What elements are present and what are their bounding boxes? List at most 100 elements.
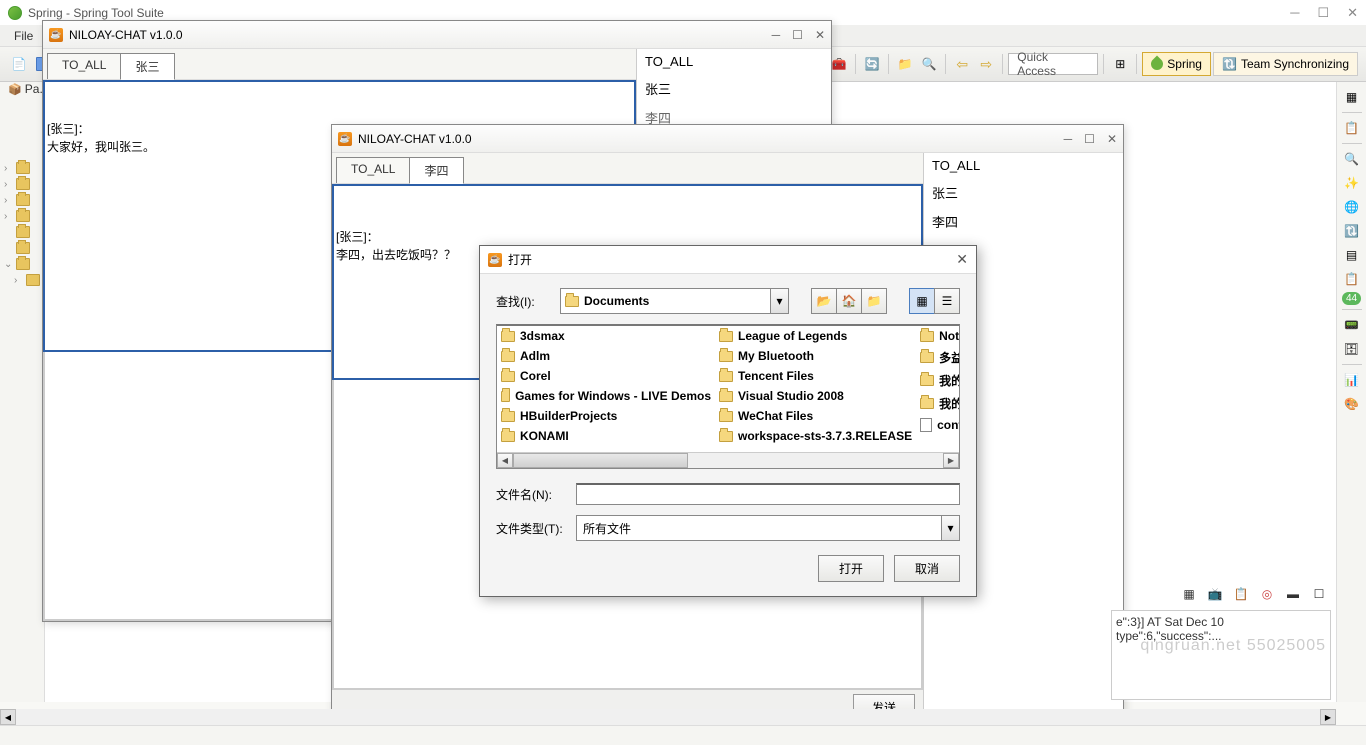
trim-servers[interactable]: 📟 — [1341, 314, 1363, 336]
view-details-button[interactable]: ☰ — [934, 288, 960, 314]
file-item[interactable]: Tencent Files — [715, 366, 916, 386]
tb-new[interactable]: 📄 — [8, 53, 30, 75]
file-item[interactable]: workspace-sts-3.7.3.RELEASE — [715, 426, 916, 446]
tb-search[interactable]: 🔍 — [918, 53, 940, 75]
file-item[interactable]: Games for Windows - LIVE Demos — [497, 386, 715, 406]
file-item[interactable]: Corel — [497, 366, 715, 386]
file-list[interactable]: 3dsmax Adlm Corel Games for Windows - LI… — [496, 324, 960, 469]
chat-a-tab-user[interactable]: 张三 — [120, 53, 174, 80]
file-list-scrollbar[interactable]: ◀ ▶ — [497, 452, 959, 468]
file-item[interactable]: 我的 — [916, 392, 960, 415]
trim-explore[interactable]: 📊 — [1341, 369, 1363, 391]
chat-b-maximize[interactable]: ☐ — [1084, 132, 1095, 146]
trim-data[interactable]: 🗄 — [1341, 338, 1363, 360]
console-btn-1[interactable]: ▦ — [1178, 583, 1200, 605]
team-sync-icon: 🔃 — [1222, 57, 1237, 71]
watermark: qingruan.net 55025005 — [1140, 637, 1326, 655]
trim-tasks[interactable]: 📋 — [1341, 117, 1363, 139]
console-btn-3[interactable]: 📋 — [1230, 583, 1252, 605]
userlist-all[interactable]: TO_ALL — [637, 49, 831, 74]
project-icon[interactable] — [16, 178, 30, 190]
userlist-user1[interactable]: 张三 — [637, 74, 831, 103]
folder-icon — [565, 296, 579, 307]
chat-a-title: NILOAY-CHAT v1.0.0 — [69, 28, 183, 42]
project-icon[interactable] — [16, 162, 30, 174]
tb-forward[interactable] — [975, 53, 997, 75]
file-item[interactable]: Note — [916, 326, 960, 346]
filetype-label: 文件类型(T): — [496, 520, 568, 537]
file-item[interactable]: 多益 — [916, 346, 960, 369]
project-icon[interactable] — [16, 210, 30, 222]
perspective-team[interactable]: 🔃 Team Synchronizing — [1213, 52, 1358, 76]
perspective-spring[interactable]: Spring — [1142, 52, 1211, 76]
console-target-icon[interactable]: ◎ — [1256, 583, 1278, 605]
dropdown-arrow-icon[interactable]: ▾ — [941, 516, 959, 540]
nav-up-button[interactable]: 📂 — [811, 288, 837, 314]
lookin-combo[interactable]: Documents ▾ — [560, 288, 789, 314]
cancel-button[interactable]: 取消 — [894, 555, 960, 582]
chat-a-minimize[interactable]: ─ — [772, 28, 781, 42]
minimize-button[interactable]: ─ — [1290, 5, 1299, 21]
project-icon[interactable] — [16, 258, 30, 270]
filename-input[interactable] — [576, 483, 960, 505]
horizontal-scrollbar[interactable]: ◀ ▶ — [0, 709, 1336, 725]
trim-props[interactable]: ▤ — [1341, 244, 1363, 266]
file-item[interactable]: Visual Studio 2008 — [715, 386, 916, 406]
file-item[interactable]: 3dsmax — [497, 326, 715, 346]
lookin-label: 查找(I): — [496, 293, 552, 310]
view-list-button[interactable]: ▦ — [909, 288, 935, 314]
notification-badge[interactable]: 44 — [1342, 292, 1361, 305]
chat-b-tab-user[interactable]: 李四 — [409, 157, 463, 184]
file-item[interactable]: Adlm — [497, 346, 715, 366]
project-icon[interactable] — [16, 194, 30, 206]
trim-paste[interactable]: 📋 — [1341, 268, 1363, 290]
dropdown-arrow-icon[interactable]: ▾ — [770, 289, 788, 313]
close-button[interactable]: ✕ — [1347, 5, 1358, 21]
folder-icon[interactable] — [26, 274, 40, 286]
project-icon[interactable] — [16, 226, 30, 238]
userlist-user1[interactable]: 张三 — [924, 178, 1123, 207]
file-item[interactable]: My Bluetooth — [715, 346, 916, 366]
file-item[interactable]: WeChat Files — [715, 406, 916, 426]
trim-palette[interactable]: 🎨 — [1341, 393, 1363, 415]
package-explorer-panel: › › › › ⌄ › — [0, 82, 45, 702]
project-icon[interactable] — [16, 242, 30, 254]
console-btn-6[interactable]: ☐ — [1308, 583, 1330, 605]
chat-b-close[interactable]: ✕ — [1107, 132, 1117, 146]
nav-newfolder-button[interactable]: 📁 — [861, 288, 887, 314]
console-btn-5[interactable]: ▬ — [1282, 583, 1304, 605]
chat-a-tab-all[interactable]: TO_ALL — [47, 53, 121, 79]
menu-file[interactable]: File — [8, 27, 39, 45]
filename-label: 文件名(N): — [496, 486, 568, 503]
tb-folder[interactable]: 📁 — [894, 53, 916, 75]
chat-a-maximize[interactable]: ☐ — [792, 28, 803, 42]
filetype-select[interactable]: 所有文件 ▾ — [576, 515, 960, 541]
dialog-close-button[interactable]: ✕ — [956, 251, 968, 268]
trim-search[interactable]: 🔍 — [1341, 148, 1363, 170]
open-perspective[interactable]: ⊞ — [1109, 53, 1131, 75]
trim-wand[interactable]: ✨ — [1341, 172, 1363, 194]
trim-sync[interactable]: 🔃 — [1341, 220, 1363, 242]
open-button[interactable]: 打开 — [818, 555, 884, 582]
tb-back[interactable] — [951, 53, 973, 75]
maximize-button[interactable]: ☐ — [1317, 5, 1329, 21]
trim-globe[interactable]: 🌐 — [1341, 196, 1363, 218]
file-item[interactable]: HBuilderProjects — [497, 406, 715, 426]
chat-b-tab-all[interactable]: TO_ALL — [336, 157, 410, 183]
file-item[interactable]: conf — [916, 415, 960, 435]
chat-a-close[interactable]: ✕ — [815, 28, 825, 42]
right-trim-stack: ▦ 📋 🔍 ✨ 🌐 🔃 ▤ 📋 44 📟 🗄 📊 🎨 — [1336, 82, 1366, 702]
java-icon: ☕ — [338, 132, 352, 146]
trim-outline[interactable]: ▦ — [1341, 86, 1363, 108]
file-item[interactable]: KONAMI — [497, 426, 715, 446]
console-panel: ▦ 📺 📋 ◎ ▬ ☐ e":3}] AT Sat Dec 10 type":6… — [1111, 610, 1331, 700]
tb-reload[interactable]: 🔄 — [861, 53, 883, 75]
file-item[interactable]: 我的 — [916, 369, 960, 392]
quick-access-input[interactable]: Quick Access — [1008, 53, 1098, 75]
userlist-all[interactable]: TO_ALL — [924, 153, 1123, 178]
nav-home-button[interactable]: 🏠 — [836, 288, 862, 314]
userlist-user2[interactable]: 李四 — [924, 207, 1123, 236]
chat-b-minimize[interactable]: ─ — [1064, 132, 1073, 146]
file-item[interactable]: League of Legends — [715, 326, 916, 346]
console-btn-2[interactable]: 📺 — [1204, 583, 1226, 605]
